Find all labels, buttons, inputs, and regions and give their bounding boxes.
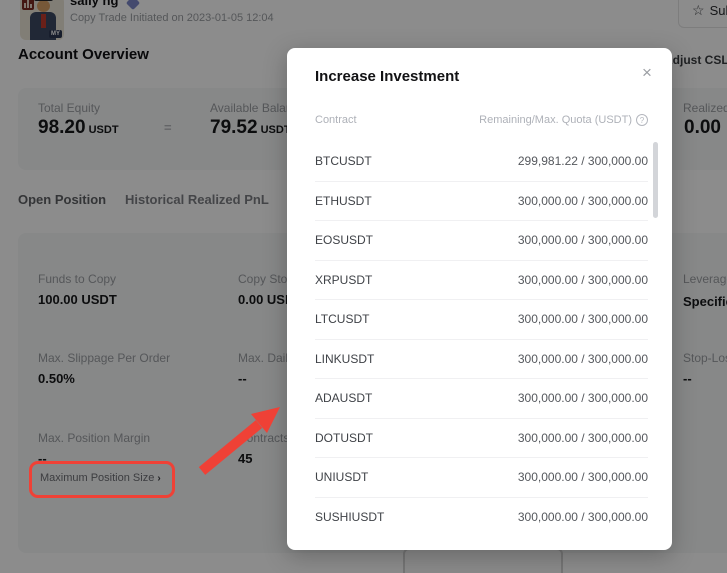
quota-table-header: Contract Remaining/Max. Quota (USDT) ? — [315, 114, 648, 126]
contract-cell: DOTUSDT — [315, 431, 373, 445]
table-row[interactable]: LTCUSDT 300,000.00 / 300,000.00 — [315, 300, 648, 340]
quota-cell: 300,000.00 / 300,000.00 — [518, 470, 648, 484]
quota-cell: 300,000.00 / 300,000.00 — [518, 391, 648, 405]
highlight-box-annotation — [29, 461, 175, 498]
table-row[interactable]: LINKUSDT 300,000.00 / 300,000.00 — [315, 340, 648, 380]
quota-cell: 300,000.00 / 300,000.00 — [518, 233, 648, 247]
modal-title: Increase Investment — [315, 68, 459, 85]
contract-cell: LTCUSDT — [315, 312, 369, 326]
contract-cell: BTCUSDT — [315, 154, 372, 168]
table-row[interactable]: BTCUSDT 299,981.22 / 300,000.00 — [315, 142, 648, 182]
quota-cell: 300,000.00 / 300,000.00 — [518, 510, 648, 524]
contract-cell: SUSHIUSDT — [315, 510, 384, 524]
contract-cell: LINKUSDT — [315, 352, 374, 366]
help-icon[interactable]: ? — [636, 114, 648, 126]
table-row[interactable]: XRPUSDT 300,000.00 / 300,000.00 — [315, 261, 648, 301]
quota-table: BTCUSDT 299,981.22 / 300,000.00 ETHUSDT 300… — [315, 142, 648, 537]
quota-cell: 300,000.00 / 300,000.00 — [518, 273, 648, 287]
quota-cell: 299,981.22 / 300,000.00 — [518, 154, 648, 168]
table-row[interactable]: ADAUSDT 300,000.00 / 300,000.00 — [315, 379, 648, 419]
close-icon[interactable]: × — [636, 62, 658, 84]
table-row[interactable]: SUSHIUSDT 300,000.00 / 300,000.00 — [315, 498, 648, 538]
contract-cell: XRPUSDT — [315, 273, 372, 287]
copy-trading-page: MY sally ng Copy Trade Initiated on 2023… — [0, 0, 727, 573]
table-row[interactable]: ETHUSDT 300,000.00 / 300,000.00 — [315, 182, 648, 222]
contract-cell: EOSUSDT — [315, 233, 373, 247]
modal-scrollbar[interactable] — [653, 142, 658, 218]
table-row[interactable]: EOSUSDT 300,000.00 / 300,000.00 — [315, 221, 648, 261]
quota-cell: 300,000.00 / 300,000.00 — [518, 312, 648, 326]
increase-investment-modal: Increase Investment × Contract Remaining… — [287, 48, 672, 550]
contract-cell: ETHUSDT — [315, 194, 372, 208]
quota-column-header: Remaining/Max. Quota (USDT) ? — [479, 114, 648, 126]
red-arrow-annotation — [190, 395, 300, 485]
quota-cell: 300,000.00 / 300,000.00 — [518, 352, 648, 366]
contract-column-header: Contract — [315, 114, 357, 126]
table-row[interactable]: DOTUSDT 300,000.00 / 300,000.00 — [315, 419, 648, 459]
table-row[interactable]: UNIUSDT 300,000.00 / 300,000.00 — [315, 458, 648, 498]
quota-cell: 300,000.00 / 300,000.00 — [518, 194, 648, 208]
contract-cell: ADAUSDT — [315, 391, 372, 405]
quota-cell: 300,000.00 / 300,000.00 — [518, 431, 648, 445]
contract-cell: UNIUSDT — [315, 470, 368, 484]
